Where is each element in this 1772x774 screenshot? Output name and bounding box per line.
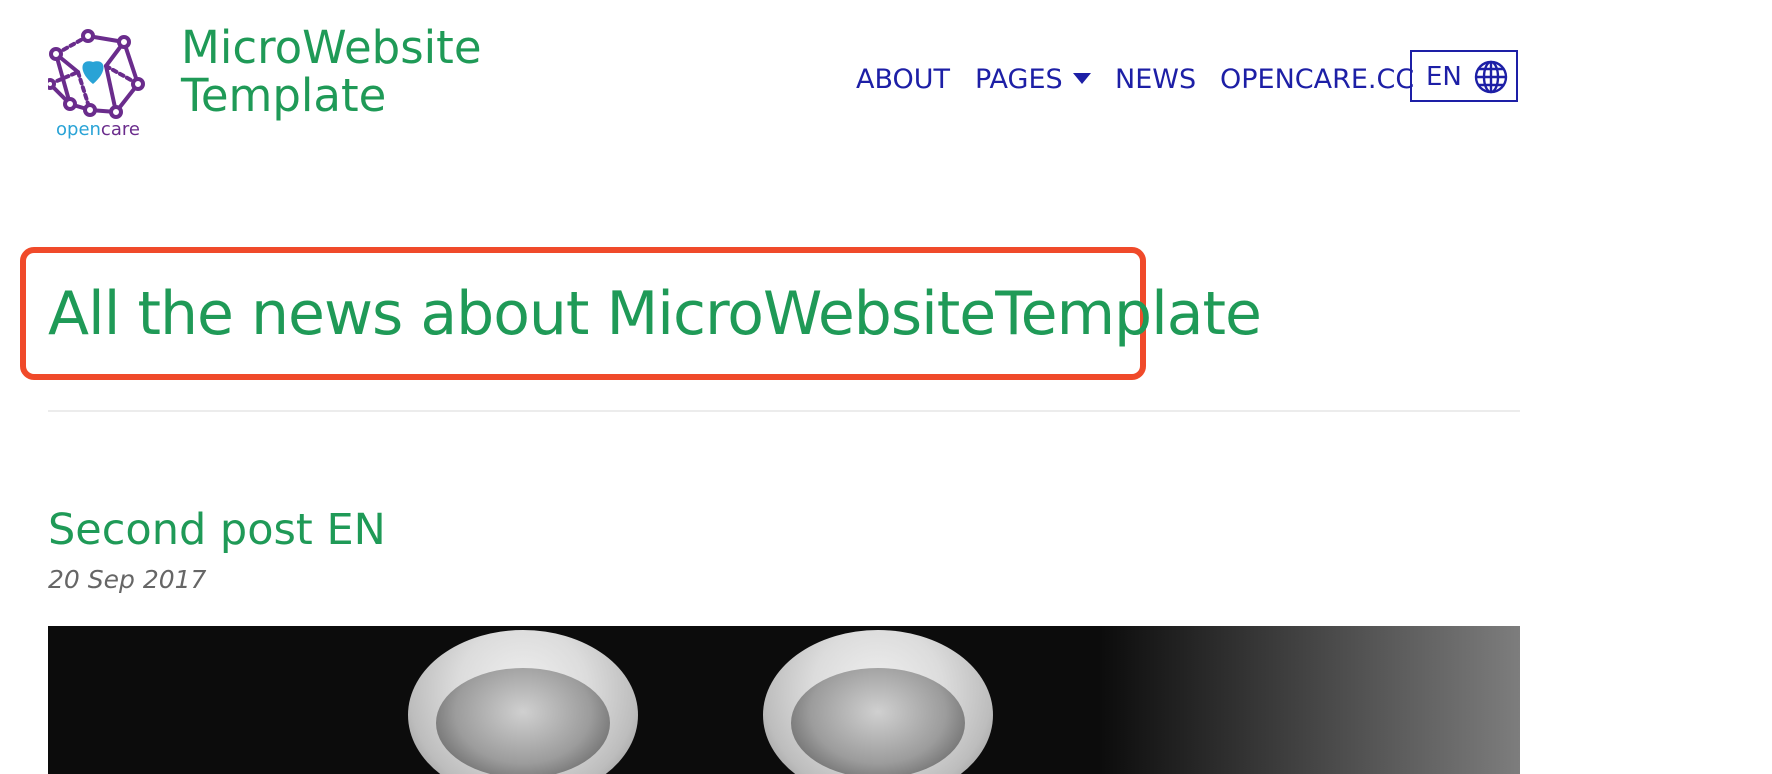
logo-word-open: open: [56, 119, 101, 140]
logo-wordmark: opencare: [56, 119, 140, 140]
page-title: All the news about MicroWebsiteTemplate: [48, 279, 1262, 349]
caret-down-icon: [1072, 73, 1091, 84]
post-date: 20 Sep 2017: [48, 565, 207, 594]
post-title[interactable]: Second post EN: [48, 505, 386, 555]
nav-item-opencare[interactable]: OPENCARE.CC: [1220, 56, 1414, 104]
nav-item-about[interactable]: ABOUT: [856, 56, 950, 104]
site-logo[interactable]: opencare: [48, 26, 148, 156]
image-background-glow: [1100, 626, 1520, 774]
page: opencare MicroWebsite Template ABOUT PAG…: [0, 0, 1772, 774]
language-selector-button[interactable]: EN: [1410, 50, 1518, 102]
nav-item-pages-label: PAGES: [975, 64, 1063, 95]
language-label: EN: [1426, 62, 1462, 92]
logo-word-care: care: [100, 119, 140, 140]
nav-item-pages[interactable]: PAGES: [975, 56, 1091, 104]
cup-image-shape: [763, 630, 993, 774]
cup-image-shape: [408, 630, 638, 774]
nav-item-news[interactable]: NEWS: [1115, 56, 1196, 104]
divider: [48, 410, 1520, 412]
globe-icon: [1474, 60, 1508, 94]
opencare-network-icon: [48, 29, 145, 119]
site-title[interactable]: MicroWebsite Template: [181, 24, 501, 120]
post-image[interactable]: [48, 626, 1520, 774]
